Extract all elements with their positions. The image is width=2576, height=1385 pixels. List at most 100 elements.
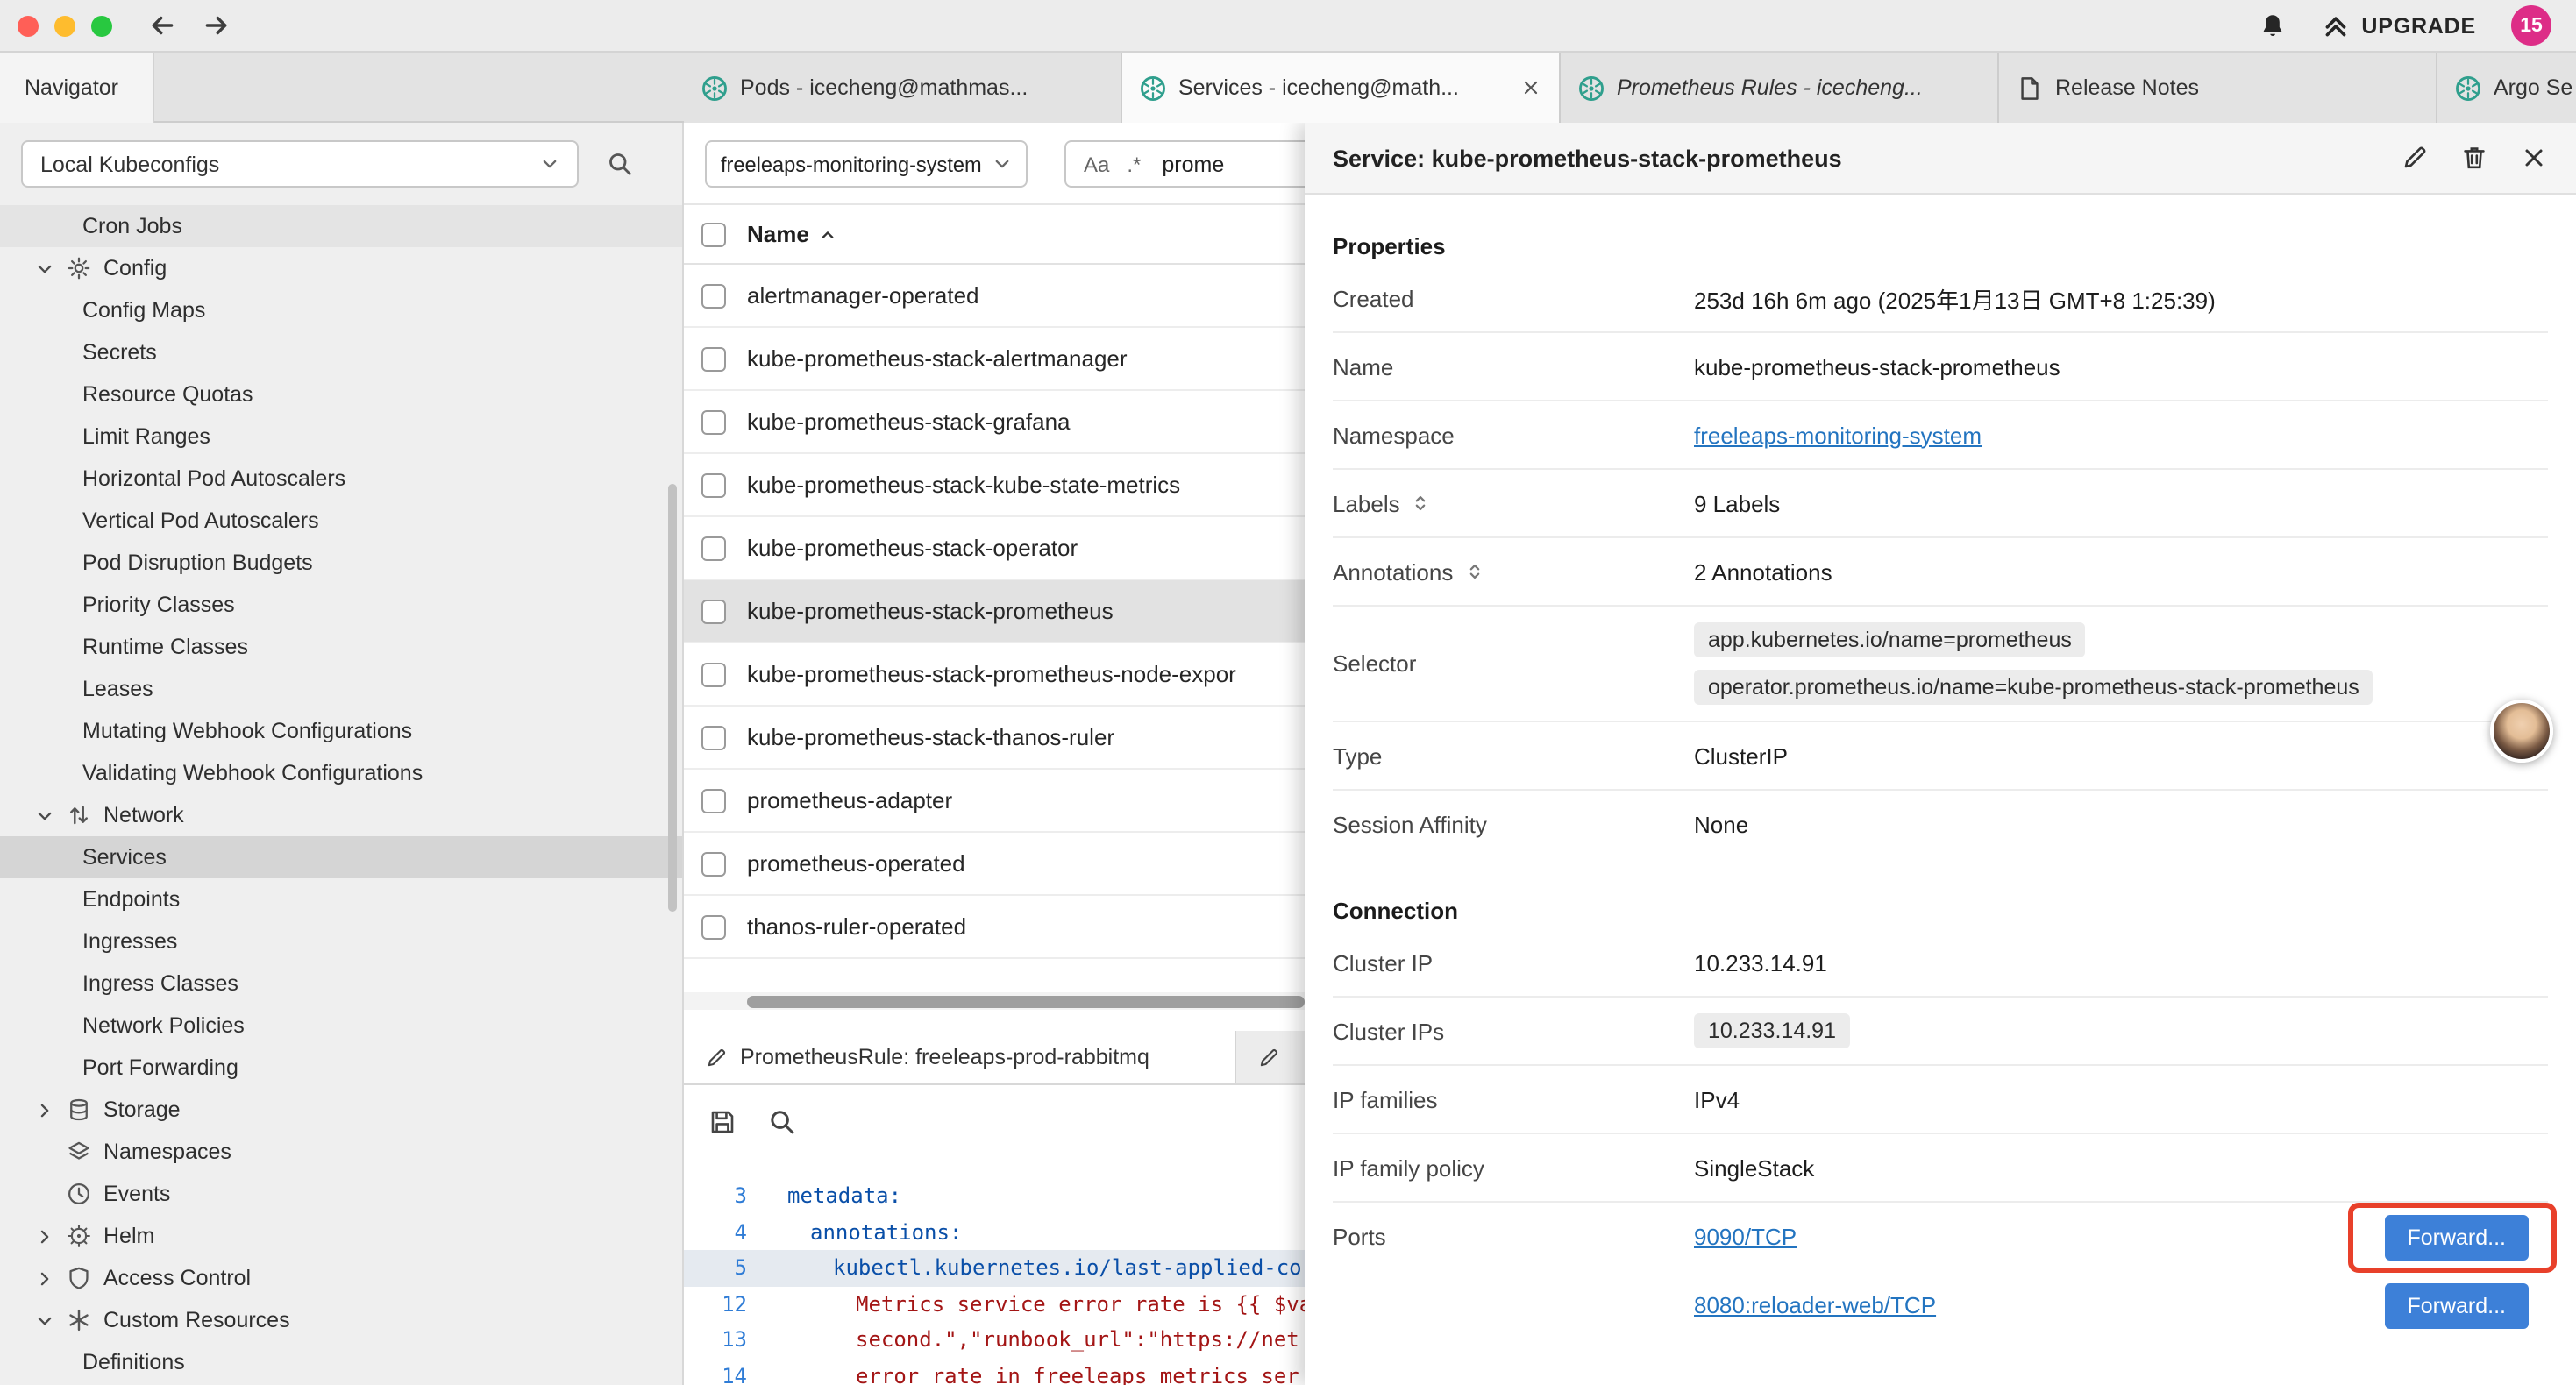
tab-services-icecheng-math[interactable]: Services - icecheng@math...	[1122, 53, 1561, 123]
chevron-right-icon[interactable]	[35, 1226, 54, 1246]
sidebar-scrollbar-thumb[interactable]	[668, 484, 677, 912]
property-label: IP families	[1333, 1086, 1694, 1112]
row-checkbox[interactable]	[701, 536, 726, 560]
chevron-right-icon[interactable]	[35, 1100, 54, 1119]
sidebar-item-secrets[interactable]: Secrets	[0, 331, 682, 373]
sidebar-item-custom-resources[interactable]: Custom Resources	[0, 1299, 682, 1341]
row-checkbox[interactable]	[701, 409, 726, 434]
row-checkbox[interactable]	[701, 472, 726, 497]
sidebar-item-cron-jobs[interactable]: Cron Jobs	[0, 205, 682, 247]
sidebar-item-helm[interactable]: Helm	[0, 1215, 682, 1257]
table-row-kube-prometheus-stack-grafana[interactable]: kube-prometheus-stack-grafana	[684, 391, 1305, 454]
sidebar-item-services[interactable]: Services	[0, 836, 682, 878]
tab-prometheus-rules-icecheng[interactable]: Prometheus Rules - icecheng...	[1561, 53, 1999, 123]
pencil-icon	[705, 1046, 728, 1069]
sidebar-item-definitions[interactable]: Definitions	[0, 1341, 682, 1383]
minimize-window-button[interactable]	[54, 15, 75, 36]
delete-trash-icon[interactable]	[2460, 144, 2488, 172]
sidebar-item-priority-classes[interactable]: Priority Classes	[0, 584, 682, 626]
back-arrow-icon[interactable]	[147, 11, 177, 40]
row-checkbox[interactable]	[701, 851, 726, 876]
tab-release-notes[interactable]: Release Notes	[1999, 53, 2437, 123]
sidebar-item-endpoints[interactable]: Endpoints	[0, 878, 682, 920]
save-icon[interactable]	[708, 1107, 737, 1135]
sidebar-item-ingress-classes[interactable]: Ingress Classes	[0, 962, 682, 1005]
upgrade-button[interactable]: UPGRADE	[2321, 11, 2476, 39]
sidebar-item-horizontal-pod-autoscalers[interactable]: Horizontal Pod Autoscalers	[0, 458, 682, 500]
tab-argo-se[interactable]: Argo Se	[2437, 53, 2576, 123]
chevron-down-icon[interactable]	[35, 1310, 54, 1330]
navigator-pane-tab[interactable]: Navigator	[0, 53, 154, 123]
table-row-kube-prometheus-stack-operator[interactable]: kube-prometheus-stack-operator	[684, 517, 1305, 580]
notifications-bell-icon[interactable]	[2258, 11, 2286, 39]
table-row-thanos-ruler-operated[interactable]: thanos-ruler-operated	[684, 896, 1305, 959]
port-link[interactable]: 9090/TCP	[1694, 1224, 1797, 1250]
name-column-header[interactable]: Name	[747, 221, 839, 247]
table-row-prometheus-adapter[interactable]: prometheus-adapter	[684, 770, 1305, 833]
sidebar-item-port-forwarding[interactable]: Port Forwarding	[0, 1047, 682, 1089]
sidebar-item-validating-webhook-configurations[interactable]: Validating Webhook Configurations	[0, 752, 682, 794]
table-row-kube-prometheus-stack-kube-state-metrics[interactable]: kube-prometheus-stack-kube-state-metrics	[684, 454, 1305, 517]
maximize-window-button[interactable]	[91, 15, 112, 36]
sidebar-item-storage[interactable]: Storage	[0, 1089, 682, 1131]
forward-button[interactable]: Forward...	[2384, 1282, 2529, 1328]
sidebar-item-namespaces[interactable]: Namespaces	[0, 1131, 682, 1173]
sidebar-item-resource-quotas[interactable]: Resource Quotas	[0, 373, 682, 416]
sort-updown-icon[interactable]	[1411, 493, 1432, 514]
sidebar-item-runtime-classes[interactable]: Runtime Classes	[0, 626, 682, 668]
sidebar-item-network-policies[interactable]: Network Policies	[0, 1005, 682, 1047]
tab-pods-icecheng-mathmas[interactable]: Pods - icecheng@mathmas...	[684, 53, 1122, 123]
close-window-button[interactable]	[18, 15, 39, 36]
sidebar-item-config-maps[interactable]: Config Maps	[0, 289, 682, 331]
sidebar-item-limit-ranges[interactable]: Limit Ranges	[0, 416, 682, 458]
notification-count-badge[interactable]: 15	[2511, 5, 2551, 46]
yaml-editor[interactable]: 3metadata:4annotations:5kubectl.kubernet…	[684, 1157, 1305, 1385]
kubeconfig-selector[interactable]: Local Kubeconfigs	[21, 140, 579, 188]
chevron-down-icon[interactable]	[35, 806, 54, 825]
select-all-checkbox[interactable]	[701, 222, 726, 246]
table-row-alertmanager-operated[interactable]: alertmanager-operated	[684, 265, 1305, 328]
forward-button[interactable]: Forward...	[2384, 1214, 2529, 1260]
close-drawer-icon[interactable]	[2520, 144, 2548, 172]
match-case-toggle[interactable]: Aa	[1084, 152, 1109, 176]
table-row-prometheus-operated[interactable]: prometheus-operated	[684, 833, 1305, 896]
sidebar-item-events[interactable]: Events	[0, 1173, 682, 1215]
forward-arrow-icon[interactable]	[202, 11, 231, 40]
sidebar-item-config[interactable]: Config	[0, 247, 682, 289]
editor-tab-partial[interactable]	[1236, 1031, 1305, 1083]
editor-search-icon[interactable]	[768, 1107, 796, 1135]
close-icon[interactable]	[1520, 77, 1541, 98]
table-row-kube-prometheus-stack-prometheus-node-expor[interactable]: kube-prometheus-stack-prometheus-node-ex…	[684, 643, 1305, 707]
sidebar-item-mutating-webhook-configurations[interactable]: Mutating Webhook Configurations	[0, 710, 682, 752]
editor-tab-prometheusrule[interactable]: PrometheusRule: freeleaps-prod-rabbitmq	[684, 1031, 1236, 1083]
row-checkbox[interactable]	[701, 662, 726, 686]
row-checkbox[interactable]	[701, 788, 726, 813]
sidebar-item-leases[interactable]: Leases	[0, 668, 682, 710]
row-checkbox[interactable]	[701, 725, 726, 749]
sidebar-item-vertical-pod-autoscalers[interactable]: Vertical Pod Autoscalers	[0, 500, 682, 542]
namespace-link[interactable]: freeleaps-monitoring-system	[1694, 422, 1982, 448]
search-input[interactable]	[1158, 150, 1305, 178]
sidebar-item-access-control[interactable]: Access Control	[0, 1257, 682, 1299]
row-checkbox[interactable]	[701, 599, 726, 623]
avatar[interactable]	[2490, 700, 2553, 763]
sidebar-item-network[interactable]: Network	[0, 794, 682, 836]
regex-toggle[interactable]: .*	[1127, 152, 1141, 176]
horizontal-scrollbar	[684, 992, 1305, 1010]
namespace-filter-select[interactable]: freeleaps-monitoring-system	[705, 140, 1028, 188]
sort-updown-icon[interactable]	[1463, 561, 1484, 582]
sidebar-search-icon[interactable]	[607, 151, 633, 177]
row-checkbox[interactable]	[701, 283, 726, 308]
row-checkbox[interactable]	[701, 914, 726, 939]
table-row-kube-prometheus-stack-prometheus[interactable]: kube-prometheus-stack-prometheus	[684, 580, 1305, 643]
table-row-kube-prometheus-stack-thanos-ruler[interactable]: kube-prometheus-stack-thanos-ruler	[684, 707, 1305, 770]
port-link[interactable]: 8080:reloader-web/TCP	[1694, 1292, 1936, 1318]
row-checkbox[interactable]	[701, 346, 726, 371]
edit-pencil-icon[interactable]	[2401, 144, 2429, 172]
sidebar-item-pod-disruption-budgets[interactable]: Pod Disruption Budgets	[0, 542, 682, 584]
table-row-kube-prometheus-stack-alertmanager[interactable]: kube-prometheus-stack-alertmanager	[684, 328, 1305, 391]
horizontal-scrollbar-thumb[interactable]	[747, 995, 1305, 1007]
chevron-right-icon[interactable]	[35, 1268, 54, 1288]
sidebar-item-ingresses[interactable]: Ingresses	[0, 920, 682, 962]
chevron-down-icon[interactable]	[35, 259, 54, 278]
